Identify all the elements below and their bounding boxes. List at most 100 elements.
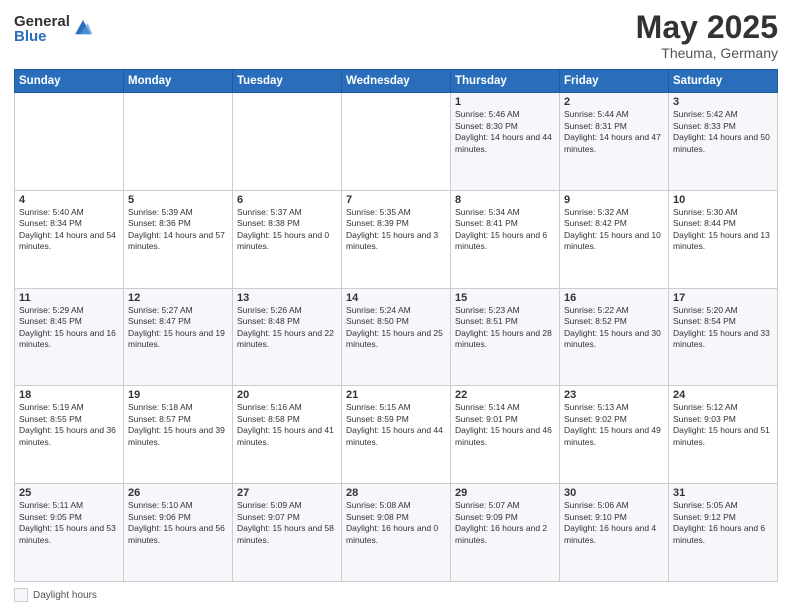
- month-title: May 2025: [636, 10, 778, 45]
- day-number: 7: [346, 194, 446, 206]
- calendar-cell: 18Sunrise: 5:19 AMSunset: 8:55 PMDayligh…: [15, 386, 124, 484]
- day-info: Sunrise: 5:44 AMSunset: 8:31 PMDaylight:…: [564, 109, 664, 155]
- calendar-cell: 23Sunrise: 5:13 AMSunset: 9:02 PMDayligh…: [560, 386, 669, 484]
- day-info: Sunrise: 5:06 AMSunset: 9:10 PMDaylight:…: [564, 500, 664, 546]
- day-number: 3: [673, 96, 773, 108]
- day-info: Sunrise: 5:35 AMSunset: 8:39 PMDaylight:…: [346, 207, 446, 253]
- day-info: Sunrise: 5:26 AMSunset: 8:48 PMDaylight:…: [237, 305, 337, 351]
- day-info: Sunrise: 5:15 AMSunset: 8:59 PMDaylight:…: [346, 402, 446, 448]
- calendar-cell: 12Sunrise: 5:27 AMSunset: 8:47 PMDayligh…: [124, 288, 233, 386]
- day-number: 21: [346, 389, 446, 401]
- calendar-cell: 30Sunrise: 5:06 AMSunset: 9:10 PMDayligh…: [560, 484, 669, 582]
- day-info: Sunrise: 5:24 AMSunset: 8:50 PMDaylight:…: [346, 305, 446, 351]
- day-info: Sunrise: 5:12 AMSunset: 9:03 PMDaylight:…: [673, 402, 773, 448]
- weekday-header: Sunday: [15, 70, 124, 93]
- day-info: Sunrise: 5:20 AMSunset: 8:54 PMDaylight:…: [673, 305, 773, 351]
- footer-note: Daylight hours: [14, 588, 778, 602]
- day-info: Sunrise: 5:42 AMSunset: 8:33 PMDaylight:…: [673, 109, 773, 155]
- day-info: Sunrise: 5:05 AMSunset: 9:12 PMDaylight:…: [673, 500, 773, 546]
- footer-box: [14, 588, 28, 602]
- day-info: Sunrise: 5:23 AMSunset: 8:51 PMDaylight:…: [455, 305, 555, 351]
- day-number: 26: [128, 487, 228, 499]
- day-info: Sunrise: 5:22 AMSunset: 8:52 PMDaylight:…: [564, 305, 664, 351]
- calendar-cell: 28Sunrise: 5:08 AMSunset: 9:08 PMDayligh…: [342, 484, 451, 582]
- calendar-cell: 6Sunrise: 5:37 AMSunset: 8:38 PMDaylight…: [233, 190, 342, 288]
- day-info: Sunrise: 5:37 AMSunset: 8:38 PMDaylight:…: [237, 207, 337, 253]
- logo-icon: [72, 17, 94, 39]
- weekday-header: Thursday: [451, 70, 560, 93]
- calendar-cell: 10Sunrise: 5:30 AMSunset: 8:44 PMDayligh…: [669, 190, 778, 288]
- calendar-cell: 24Sunrise: 5:12 AMSunset: 9:03 PMDayligh…: [669, 386, 778, 484]
- calendar-cell: [342, 93, 451, 191]
- day-number: 17: [673, 292, 773, 304]
- weekday-header: Friday: [560, 70, 669, 93]
- logo-general: General: [14, 14, 70, 29]
- logo-text: General Blue: [14, 14, 70, 44]
- calendar-cell: 16Sunrise: 5:22 AMSunset: 8:52 PMDayligh…: [560, 288, 669, 386]
- day-info: Sunrise: 5:32 AMSunset: 8:42 PMDaylight:…: [564, 207, 664, 253]
- day-info: Sunrise: 5:09 AMSunset: 9:07 PMDaylight:…: [237, 500, 337, 546]
- header: General Blue May 2025 Theuma, Germany: [14, 10, 778, 61]
- day-number: 28: [346, 487, 446, 499]
- day-info: Sunrise: 5:07 AMSunset: 9:09 PMDaylight:…: [455, 500, 555, 546]
- weekday-header: Wednesday: [342, 70, 451, 93]
- calendar-cell: 20Sunrise: 5:16 AMSunset: 8:58 PMDayligh…: [233, 386, 342, 484]
- day-number: 20: [237, 389, 337, 401]
- day-number: 2: [564, 96, 664, 108]
- calendar-cell: 22Sunrise: 5:14 AMSunset: 9:01 PMDayligh…: [451, 386, 560, 484]
- day-info: Sunrise: 5:16 AMSunset: 8:58 PMDaylight:…: [237, 402, 337, 448]
- title-block: May 2025 Theuma, Germany: [636, 10, 778, 61]
- calendar-cell: 27Sunrise: 5:09 AMSunset: 9:07 PMDayligh…: [233, 484, 342, 582]
- calendar-cell: 21Sunrise: 5:15 AMSunset: 8:59 PMDayligh…: [342, 386, 451, 484]
- day-number: 19: [128, 389, 228, 401]
- calendar-cell: 7Sunrise: 5:35 AMSunset: 8:39 PMDaylight…: [342, 190, 451, 288]
- day-info: Sunrise: 5:30 AMSunset: 8:44 PMDaylight:…: [673, 207, 773, 253]
- page: General Blue May 2025 Theuma, Germany Su…: [0, 0, 792, 612]
- day-info: Sunrise: 5:08 AMSunset: 9:08 PMDaylight:…: [346, 500, 446, 546]
- calendar-cell: 3Sunrise: 5:42 AMSunset: 8:33 PMDaylight…: [669, 93, 778, 191]
- day-info: Sunrise: 5:40 AMSunset: 8:34 PMDaylight:…: [19, 207, 119, 253]
- calendar-cell: 19Sunrise: 5:18 AMSunset: 8:57 PMDayligh…: [124, 386, 233, 484]
- day-number: 23: [564, 389, 664, 401]
- calendar-cell: 5Sunrise: 5:39 AMSunset: 8:36 PMDaylight…: [124, 190, 233, 288]
- calendar-cell: 26Sunrise: 5:10 AMSunset: 9:06 PMDayligh…: [124, 484, 233, 582]
- calendar-cell: 13Sunrise: 5:26 AMSunset: 8:48 PMDayligh…: [233, 288, 342, 386]
- day-number: 9: [564, 194, 664, 206]
- day-info: Sunrise: 5:34 AMSunset: 8:41 PMDaylight:…: [455, 207, 555, 253]
- footer-label: Daylight hours: [33, 590, 97, 601]
- day-number: 18: [19, 389, 119, 401]
- logo-blue: Blue: [14, 29, 70, 44]
- calendar-cell: [15, 93, 124, 191]
- calendar-cell: 4Sunrise: 5:40 AMSunset: 8:34 PMDaylight…: [15, 190, 124, 288]
- day-info: Sunrise: 5:14 AMSunset: 9:01 PMDaylight:…: [455, 402, 555, 448]
- day-number: 4: [19, 194, 119, 206]
- day-number: 16: [564, 292, 664, 304]
- day-info: Sunrise: 5:10 AMSunset: 9:06 PMDaylight:…: [128, 500, 228, 546]
- calendar-cell: [124, 93, 233, 191]
- day-number: 5: [128, 194, 228, 206]
- day-info: Sunrise: 5:46 AMSunset: 8:30 PMDaylight:…: [455, 109, 555, 155]
- calendar-cell: 14Sunrise: 5:24 AMSunset: 8:50 PMDayligh…: [342, 288, 451, 386]
- calendar-cell: 2Sunrise: 5:44 AMSunset: 8:31 PMDaylight…: [560, 93, 669, 191]
- day-number: 12: [128, 292, 228, 304]
- calendar-cell: 17Sunrise: 5:20 AMSunset: 8:54 PMDayligh…: [669, 288, 778, 386]
- day-number: 31: [673, 487, 773, 499]
- day-info: Sunrise: 5:11 AMSunset: 9:05 PMDaylight:…: [19, 500, 119, 546]
- day-info: Sunrise: 5:29 AMSunset: 8:45 PMDaylight:…: [19, 305, 119, 351]
- calendar-cell: 1Sunrise: 5:46 AMSunset: 8:30 PMDaylight…: [451, 93, 560, 191]
- calendar-table: SundayMondayTuesdayWednesdayThursdayFrid…: [14, 69, 778, 582]
- day-info: Sunrise: 5:39 AMSunset: 8:36 PMDaylight:…: [128, 207, 228, 253]
- day-number: 14: [346, 292, 446, 304]
- day-info: Sunrise: 5:18 AMSunset: 8:57 PMDaylight:…: [128, 402, 228, 448]
- day-number: 29: [455, 487, 555, 499]
- day-number: 8: [455, 194, 555, 206]
- calendar-cell: 15Sunrise: 5:23 AMSunset: 8:51 PMDayligh…: [451, 288, 560, 386]
- day-number: 1: [455, 96, 555, 108]
- calendar-cell: 9Sunrise: 5:32 AMSunset: 8:42 PMDaylight…: [560, 190, 669, 288]
- weekday-header: Saturday: [669, 70, 778, 93]
- weekday-header: Monday: [124, 70, 233, 93]
- day-info: Sunrise: 5:27 AMSunset: 8:47 PMDaylight:…: [128, 305, 228, 351]
- day-number: 30: [564, 487, 664, 499]
- calendar-cell: 11Sunrise: 5:29 AMSunset: 8:45 PMDayligh…: [15, 288, 124, 386]
- weekday-header: Tuesday: [233, 70, 342, 93]
